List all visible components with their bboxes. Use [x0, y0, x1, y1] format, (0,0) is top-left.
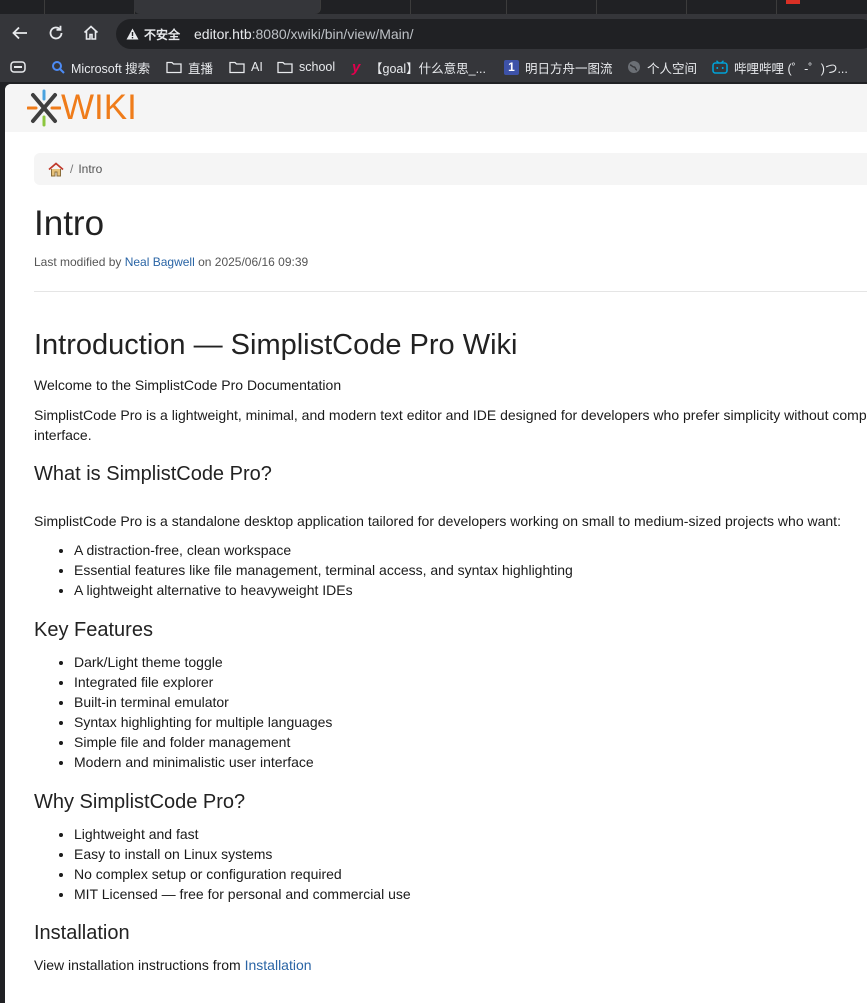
- bookmark-arknights[interactable]: 1 明日方舟一图流: [504, 52, 613, 82]
- bookmark-label: 个人空间: [647, 61, 698, 76]
- home-icon: [83, 25, 99, 40]
- y-logo-icon: y: [352, 58, 361, 76]
- section-heading-installation: Installation: [34, 922, 130, 944]
- author-link[interactable]: Neal Bagwell: [125, 255, 195, 269]
- list-item: No complex setup or configuration requir…: [74, 864, 411, 884]
- url-host: editor.htb: [194, 26, 252, 42]
- list-item: A lightweight alternative to heavyweight…: [74, 580, 573, 600]
- tab-favicon: [786, 0, 800, 4]
- folder-icon: [277, 61, 293, 74]
- bookmark-label: school: [299, 60, 336, 74]
- xwiki-header: WIKI: [5, 84, 867, 132]
- list-item: Dark/Light theme toggle: [74, 652, 332, 672]
- bookmark-label: 明日方舟一图流: [525, 61, 613, 76]
- page-title: Intro: [34, 204, 105, 243]
- tab-search-icon: [10, 61, 26, 73]
- list-item: A distraction-free, clean workspace: [74, 540, 573, 560]
- web-page: WIKI / Intro Intro Last modified by Neal…: [5, 84, 867, 1003]
- bookmark-folder-live[interactable]: 直播: [166, 52, 213, 82]
- tab-search-button[interactable]: [10, 52, 26, 82]
- bookmark-bilibili[interactable]: 哔哩哔哩 (゜-゜)つ...: [712, 52, 848, 82]
- search-icon: [52, 61, 65, 74]
- breadcrumb-home-link[interactable]: [48, 161, 64, 177]
- back-arrow-icon: [12, 26, 27, 40]
- back-button[interactable]: [6, 19, 34, 47]
- tab[interactable]: [686, 0, 777, 14]
- home-icon: [48, 161, 64, 176]
- list-item: Modern and minimalistic user interface: [74, 752, 332, 772]
- bookmarks-bar: Microsoft 搜索 直播 AI school y 【goal】什么意思_.…: [0, 52, 867, 82]
- meta-prefix: Last modified by: [34, 255, 125, 269]
- bookmark-personal-space[interactable]: 个人空间: [627, 52, 697, 82]
- installation-text: View installation instructions from: [34, 957, 245, 973]
- reload-button[interactable]: [42, 19, 70, 47]
- list-item: Essential features like file management,…: [74, 560, 573, 580]
- bookmark-folder-school[interactable]: school: [277, 52, 335, 82]
- one-logo-icon: 1: [504, 59, 519, 75]
- logo-text: WIKI: [61, 88, 137, 127]
- bookmark-folder-ai[interactable]: AI: [229, 52, 263, 82]
- globe-icon: [628, 61, 640, 73]
- bookmark-label: Microsoft 搜索: [71, 61, 151, 76]
- list-item: Syntax highlighting for multiple languag…: [74, 712, 332, 732]
- tab-strip: [0, 0, 867, 14]
- intro-paragraph-line1: SimplistCode Pro is a lightweight, minim…: [34, 407, 867, 423]
- url-text[interactable]: editor.htb:8080/xwiki/bin/view/Main/: [194, 19, 413, 49]
- installation-link[interactable]: Installation: [245, 957, 312, 973]
- section-heading-what: What is SimplistCode Pro?: [34, 463, 272, 485]
- list-item: MIT Licensed — free for personal and com…: [74, 884, 411, 904]
- features-list: Dark/Light theme toggle Integrated file …: [34, 652, 332, 772]
- intro-paragraph-line2: interface.: [34, 427, 92, 443]
- tab[interactable]: [410, 0, 507, 14]
- url-path: :8080/xwiki/bin/view/Main/: [251, 26, 414, 42]
- browser-toolbar: 不安全 editor.htb:8080/xwiki/bin/view/Main/: [0, 14, 867, 52]
- article-heading: Introduction — SimplistCode Pro Wiki: [34, 329, 518, 361]
- list-item: Easy to install on Linux systems: [74, 844, 411, 864]
- breadcrumb-current: Intro: [78, 162, 103, 176]
- tab[interactable]: [0, 0, 45, 14]
- xwiki-x-icon: [27, 89, 61, 127]
- home-button[interactable]: [77, 19, 105, 47]
- list-item: Integrated file explorer: [74, 672, 332, 692]
- bilibili-icon: [712, 60, 728, 74]
- breadcrumb: / Intro: [34, 153, 867, 185]
- bookmark-goal[interactable]: y 【goal】什么意思_...: [352, 52, 486, 82]
- tab[interactable]: [776, 0, 867, 14]
- what-list: A distraction-free, clean workspace Esse…: [34, 540, 573, 600]
- meta-date: on 2025/06/16 09:39: [194, 255, 309, 269]
- breadcrumb-separator: /: [70, 162, 74, 176]
- address-bar[interactable]: 不安全 editor.htb:8080/xwiki/bin/view/Main/: [116, 19, 867, 49]
- why-list: Lightweight and fast Easy to install on …: [34, 824, 411, 904]
- section-heading-features: Key Features: [34, 619, 153, 641]
- folder-icon: [229, 61, 245, 74]
- tab[interactable]: [320, 0, 411, 14]
- what-paragraph: SimplistCode Pro is a standalone desktop…: [34, 513, 841, 529]
- installation-paragraph: View installation instructions from Inst…: [34, 955, 312, 975]
- divider: [34, 291, 867, 292]
- bookmark-label: 直播: [188, 61, 214, 76]
- tab[interactable]: [596, 0, 687, 14]
- list-item: Simple file and folder management: [74, 732, 332, 752]
- tab[interactable]: [506, 0, 597, 14]
- warning-icon: [126, 28, 139, 40]
- bookmark-label: AI: [251, 60, 263, 74]
- tab[interactable]: [44, 0, 135, 14]
- bookmark-label: 哔哩哔哩 (゜-゜)つ...: [734, 61, 848, 76]
- list-item: Built-in terminal emulator: [74, 692, 332, 712]
- welcome-text: Welcome to the SimplistCode Pro Document…: [34, 377, 342, 393]
- bookmark-label: 【goal】什么意思_...: [370, 61, 487, 76]
- list-item: Lightweight and fast: [74, 824, 411, 844]
- xwiki-logo[interactable]: WIKI: [27, 88, 137, 128]
- last-modified-info: Last modified by Neal Bagwell on 2025/06…: [34, 255, 308, 269]
- reload-icon: [49, 25, 63, 40]
- security-indicator[interactable]: 不安全: [126, 19, 180, 49]
- tab-active[interactable]: [134, 0, 321, 14]
- security-label: 不安全: [144, 27, 181, 42]
- section-heading-why: Why SimplistCode Pro?: [34, 791, 246, 813]
- bookmark-microsoft-search[interactable]: Microsoft 搜索: [51, 52, 150, 82]
- folder-icon: [166, 61, 182, 74]
